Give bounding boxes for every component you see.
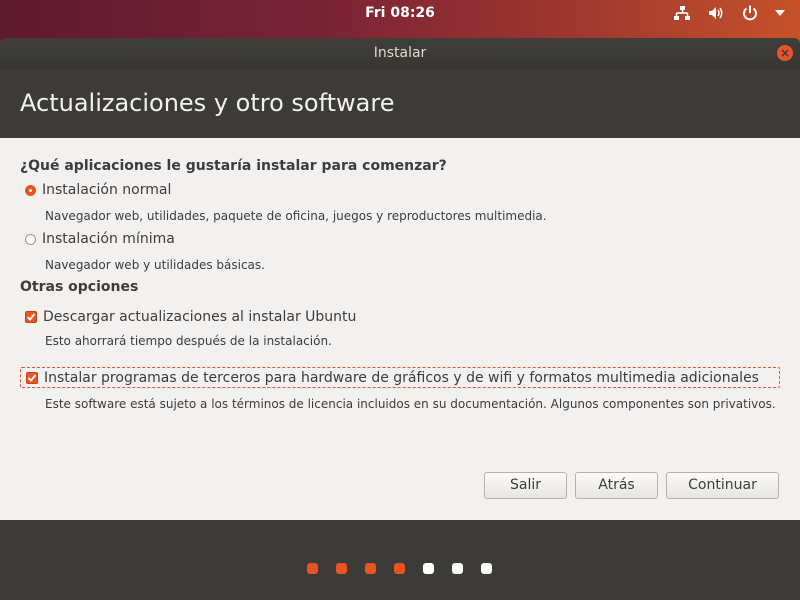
radio-unselected-icon[interactable]: [25, 233, 36, 245]
installer-window: Instalar × Actualizaciones y otro softwa…: [0, 38, 800, 600]
checkbox-download-updates[interactable]: Descargar actualizaciones al instalar Ub…: [25, 309, 356, 325]
third-party-software-label[interactable]: Instalar programas de terceros para hard…: [44, 370, 759, 386]
third-party-software-description: Este software está sujeto a los términos…: [45, 397, 776, 411]
radio-minimal-installation[interactable]: Instalación mínima: [25, 231, 175, 247]
close-icon: ×: [779, 46, 791, 60]
progress-footer: [0, 520, 800, 600]
back-button[interactable]: Atrás: [575, 472, 658, 499]
volume-icon[interactable]: [706, 4, 726, 22]
progress-dot-pending: [481, 563, 492, 574]
other-options-heading: Otras opciones: [20, 279, 139, 295]
menu-arrow-icon[interactable]: [774, 4, 786, 22]
quit-button[interactable]: Salir: [484, 472, 567, 499]
normal-installation-description: Navegador web, utilidades, paquete de of…: [45, 209, 547, 223]
system-tray: [672, 4, 786, 22]
window-title: Instalar: [373, 45, 427, 61]
continue-button[interactable]: Continuar: [666, 472, 779, 499]
progress-dot-pending: [452, 563, 463, 574]
checkbox-checked-icon[interactable]: [25, 311, 37, 323]
close-button[interactable]: ×: [777, 45, 793, 61]
normal-installation-label[interactable]: Instalación normal: [42, 182, 171, 198]
progress-dot-completed: [307, 563, 318, 574]
network-icon[interactable]: [672, 4, 692, 22]
window-titlebar[interactable]: Instalar ×: [0, 38, 800, 69]
power-icon[interactable]: [740, 4, 760, 22]
progress-dots: [307, 563, 492, 574]
install-question: ¿Qué aplicaciones le gustaría instalar p…: [20, 158, 447, 174]
progress-dot-pending: [423, 563, 434, 574]
page-title: Actualizaciones y otro software: [20, 89, 395, 117]
radio-normal-installation[interactable]: Instalación normal: [25, 182, 171, 198]
progress-dot-completed: [365, 563, 376, 574]
checkbox-checked-icon[interactable]: [26, 371, 38, 384]
content-area: ¿Qué aplicaciones le gustaría instalar p…: [0, 138, 800, 520]
radio-selected-icon[interactable]: [25, 184, 36, 196]
download-updates-label[interactable]: Descargar actualizaciones al instalar Ub…: [43, 309, 356, 325]
checkbox-third-party-software[interactable]: Instalar programas de terceros para hard…: [20, 367, 780, 388]
minimal-installation-description: Navegador web y utilidades básicas.: [45, 258, 265, 272]
top-panel: Fri 08:26: [0, 0, 800, 27]
download-updates-description: Esto ahorrará tiempo después de la insta…: [45, 334, 332, 348]
progress-dot-completed: [394, 563, 405, 574]
minimal-installation-label[interactable]: Instalación mínima: [42, 231, 175, 247]
page-header: Actualizaciones y otro software: [0, 69, 800, 138]
progress-dot-completed: [336, 563, 347, 574]
